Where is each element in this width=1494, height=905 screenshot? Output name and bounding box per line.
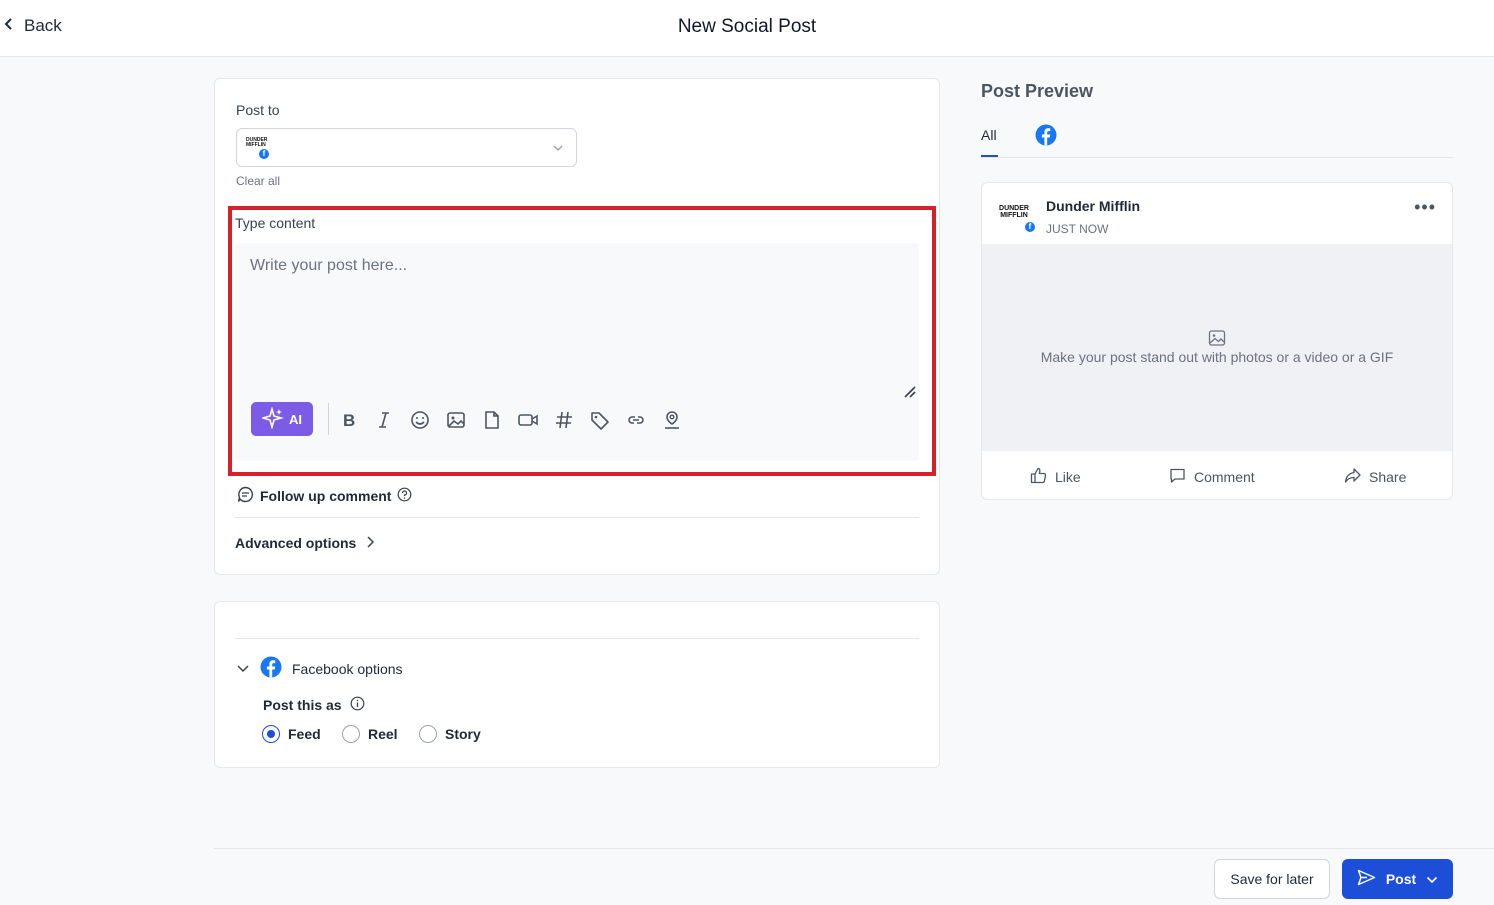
radio-label: Reel — [368, 726, 398, 742]
hashtag-icon[interactable] — [552, 408, 576, 432]
follow-up-label: Follow up comment — [260, 488, 392, 504]
comment-label: Comment — [1194, 469, 1255, 485]
media-hint: Make your post stand out with photos or … — [1040, 349, 1394, 365]
facebook-options-card — [214, 601, 940, 768]
ai-label: AI — [289, 411, 302, 427]
emoji-icon[interactable] — [408, 408, 432, 432]
follow-up-comment[interactable]: Follow up comment — [237, 486, 412, 506]
preview-timestamp: JUST NOW — [1046, 222, 1109, 236]
facebook-icon — [260, 656, 282, 681]
post-content-input[interactable] — [235, 243, 919, 383]
radio-button[interactable] — [262, 725, 280, 743]
share-icon — [1344, 467, 1361, 487]
facebook-badge-icon: f — [258, 148, 270, 160]
svg-text:B: B — [343, 411, 355, 430]
radio-button[interactable] — [419, 725, 437, 743]
help-icon[interactable] — [397, 487, 412, 505]
chevron-right-icon — [366, 535, 375, 551]
tab-facebook[interactable] — [1035, 124, 1057, 151]
chevron-down-icon — [552, 141, 564, 159]
tabs-divider — [981, 157, 1453, 158]
comment-button[interactable]: Comment — [1169, 467, 1255, 487]
tag-icon[interactable] — [588, 408, 612, 432]
facebook-icon — [1035, 124, 1057, 150]
comment-icon — [237, 486, 254, 506]
radio-label: Story — [445, 726, 481, 742]
send-icon — [1357, 869, 1376, 889]
divider — [235, 638, 919, 639]
radio-label: Feed — [288, 726, 321, 742]
chevron-down-icon — [236, 661, 250, 677]
radio-feed[interactable]: Feed — [262, 725, 321, 743]
preview-title: Post Preview — [981, 81, 1094, 101]
like-button[interactable]: Like — [1030, 467, 1081, 487]
resize-handle-icon[interactable] — [901, 383, 917, 404]
italic-icon[interactable] — [372, 408, 396, 432]
media-placeholder: Make your post stand out with photos or … — [982, 244, 1452, 451]
account-select[interactable]: DUNDER MIFFLIN f — [236, 128, 577, 167]
save-for-later-button[interactable]: Save for later — [1214, 859, 1330, 899]
account-avatar-text: DUNDER MIFFLIN — [246, 137, 268, 148]
ai-button[interactable]: AI — [251, 402, 313, 436]
toolbar-divider — [328, 403, 329, 435]
radio-button[interactable] — [342, 725, 360, 743]
preview-card: DUNDER MIFFLIN f Dunder Mifflin JUST NOW… — [981, 182, 1453, 500]
more-options-icon[interactable]: ••• — [1414, 197, 1436, 218]
post-as-label: Post this as — [263, 697, 342, 713]
preview-account-name: Dunder Mifflin — [1046, 198, 1141, 214]
bold-icon[interactable]: B — [336, 408, 360, 432]
file-icon[interactable] — [480, 408, 504, 432]
avatar-text: DUNDER MIFFLIN — [999, 205, 1029, 219]
post-button[interactable]: Post — [1342, 859, 1453, 899]
link-icon[interactable] — [624, 408, 648, 432]
radio-reel[interactable]: Reel — [342, 725, 398, 743]
divider — [235, 517, 919, 518]
facebook-options-label: Facebook options — [292, 660, 403, 677]
info-icon[interactable] — [350, 696, 365, 714]
tab-all[interactable]: All — [981, 127, 997, 143]
type-content-label: Type content — [235, 215, 316, 231]
thumbs-up-icon — [1030, 467, 1047, 487]
post-as-section: Post this as — [263, 696, 365, 714]
facebook-options-toggle[interactable]: Facebook options — [236, 656, 403, 681]
video-icon[interactable] — [516, 408, 540, 432]
advanced-label: Advanced options — [235, 535, 357, 551]
clear-all-link[interactable]: Clear all — [236, 174, 280, 188]
location-icon[interactable] — [660, 408, 684, 432]
share-label: Share — [1369, 469, 1407, 485]
like-label: Like — [1055, 469, 1081, 485]
top-bar: Back New Social Post — [0, 0, 1494, 57]
share-button[interactable]: Share — [1344, 467, 1406, 487]
page-title: New Social Post — [677, 16, 817, 37]
comment-icon — [1169, 467, 1186, 487]
footer-divider — [214, 848, 1494, 849]
post-label: Post — [1385, 871, 1417, 887]
radio-story[interactable]: Story — [419, 725, 481, 743]
advanced-options-toggle[interactable]: Advanced options — [235, 535, 375, 551]
chevron-down-icon[interactable] — [1426, 871, 1438, 887]
content-editor: AI B — [235, 243, 919, 461]
image-icon[interactable] — [444, 408, 468, 432]
sparkle-icon — [260, 405, 284, 432]
facebook-badge-icon: f — [1024, 221, 1036, 233]
post-to-label: Post to — [236, 102, 280, 118]
